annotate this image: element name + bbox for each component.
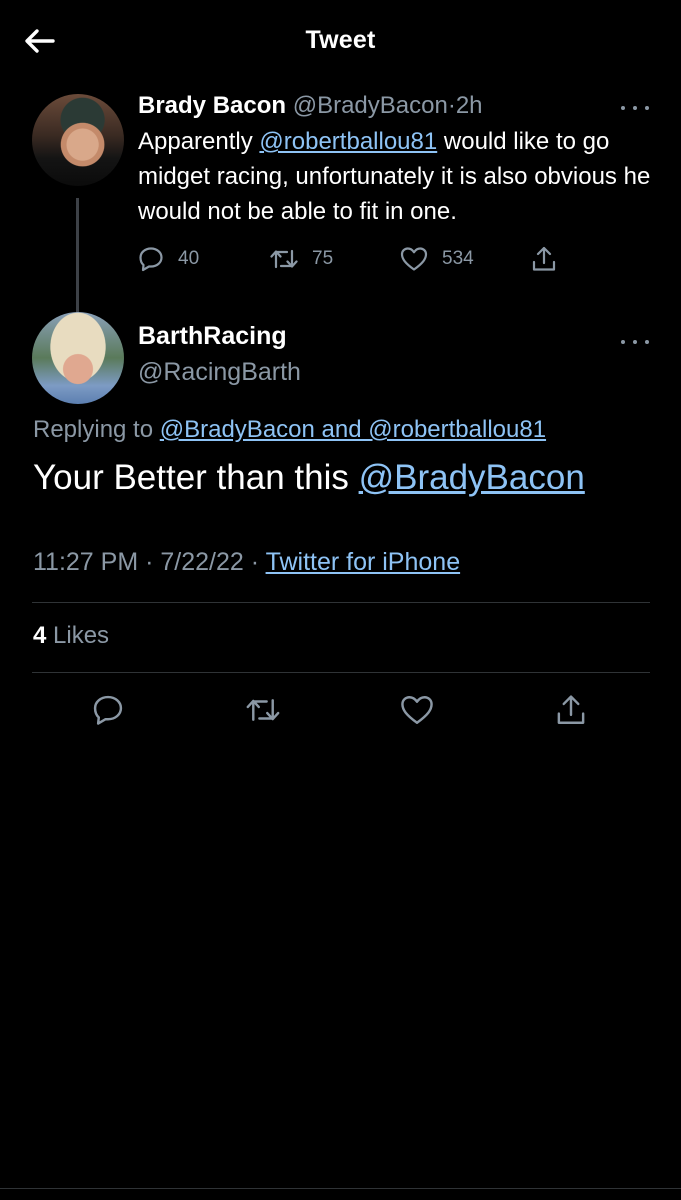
avatar[interactable]: [32, 94, 124, 186]
share-icon: [532, 246, 556, 271]
meta-separator: ·: [243, 548, 266, 576]
share-button[interactable]: [551, 690, 591, 730]
tweet-time: 11:27 PM: [33, 548, 139, 576]
like-button[interactable]: [397, 690, 437, 730]
parent-text-before: Apparently: [138, 128, 260, 155]
mention-link[interactable]: @robertballou81: [259, 128, 437, 155]
share-button[interactable]: [531, 242, 557, 276]
share-icon: [557, 695, 585, 724]
parent-display-name[interactable]: Brady Bacon: [138, 92, 286, 119]
replying-to-link[interactable]: @BradyBacon and @robertballou81: [160, 416, 546, 443]
top-bar: Tweet: [0, 0, 681, 80]
more-icon[interactable]: [621, 100, 649, 116]
like-icon: [400, 247, 428, 271]
main-text-before: Your Better than this: [33, 458, 359, 497]
parent-tweet-content: Brady Bacon @BradyBacon·2h Apparently @r…: [138, 88, 653, 229]
avatar[interactable]: [32, 312, 124, 404]
main-tweet-text: Your Better than this @BradyBacon: [33, 458, 585, 498]
reply-icon: [93, 695, 123, 725]
like-count: 534: [442, 248, 474, 269]
reply-icon: [139, 247, 163, 272]
mention-link[interactable]: @BradyBacon: [359, 458, 585, 497]
parent-author-row: Brady Bacon @BradyBacon·2h: [138, 88, 653, 124]
reply-button[interactable]: [88, 690, 128, 730]
likes-label: Likes: [46, 622, 110, 649]
divider: [32, 672, 650, 673]
tweet-date: 7/22/22: [160, 548, 244, 576]
retweet-icon: [246, 699, 280, 721]
like-button[interactable]: 534: [400, 242, 474, 276]
divider: [0, 1188, 681, 1189]
replying-prefix: Replying to: [33, 416, 160, 443]
meta-separator: ·: [138, 548, 161, 576]
page-title: Tweet: [305, 26, 376, 54]
more-icon[interactable]: [621, 334, 649, 350]
retweet-button[interactable]: [243, 690, 283, 730]
parent-action-bar: 40 75 534: [138, 242, 568, 276]
main-display-name[interactable]: BarthRacing: [138, 322, 287, 351]
parent-timestamp[interactable]: 2h: [456, 92, 483, 119]
like-icon: [401, 696, 433, 724]
likes-stat[interactable]: 4 Likes: [33, 622, 109, 650]
likes-count: 4: [33, 622, 47, 649]
time-separator: ·: [447, 92, 456, 119]
retweet-icon: [270, 249, 298, 269]
retweet-button[interactable]: 75: [270, 242, 333, 276]
parent-tweet-text: Apparently @robertballou81 would like to…: [138, 124, 653, 229]
reply-count: 40: [178, 248, 200, 269]
replying-to: Replying to @BradyBacon and @robertballo…: [33, 416, 546, 444]
main-handle[interactable]: @RacingBarth: [138, 358, 301, 387]
reply-button[interactable]: 40: [138, 242, 199, 276]
retweet-count: 75: [312, 248, 334, 269]
parent-handle[interactable]: @BradyBacon: [293, 92, 448, 119]
divider: [32, 602, 650, 603]
main-action-bar: [0, 690, 681, 730]
tweet-meta: 11:27 PM · 7/22/22 · Twitter for iPhone: [33, 548, 460, 577]
source-link[interactable]: Twitter for iPhone: [266, 548, 461, 576]
